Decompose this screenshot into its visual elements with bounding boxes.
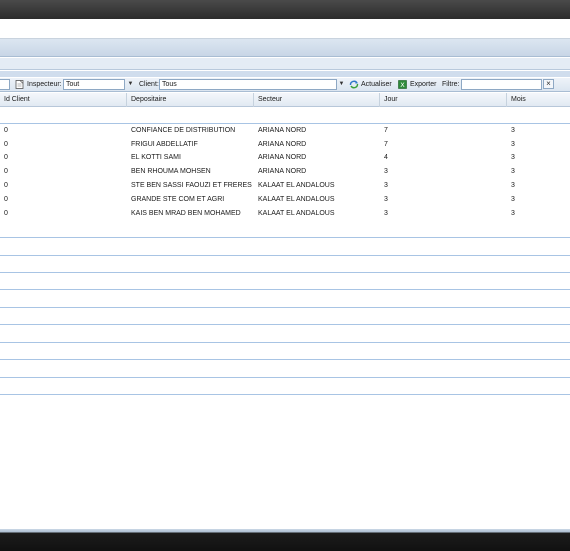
cell-depositaire: FRIGUI ABDELLATIF — [131, 141, 198, 148]
cell-depositaire: GRANDE STE COM ET AGRI — [131, 196, 225, 203]
empty-row-line — [0, 394, 570, 395]
excel-export-icon[interactable]: X — [398, 80, 407, 89]
window-bottom-bar — [0, 529, 570, 551]
grid-header: Id Client Depositaire Secteur Jour Mois — [0, 93, 570, 107]
column-header-id-client[interactable]: Id Client — [0, 93, 127, 107]
cell-mois: 3 — [511, 210, 515, 217]
cell-id-client: 0 — [4, 154, 8, 161]
column-header-secteur[interactable]: Secteur — [254, 93, 380, 107]
close-icon[interactable]: × — [543, 79, 554, 89]
cell-depositaire: STE BEN SASSI FAOUZI ET FRERES — [131, 182, 252, 189]
top-white-strip — [0, 19, 570, 39]
cell-jour: 7 — [384, 141, 388, 148]
cell-depositaire: CONFIANCE DE DISTRIBUTION — [131, 127, 236, 134]
empty-row-line — [0, 255, 570, 256]
cell-secteur: ARIANA NORD — [258, 154, 307, 161]
empty-row-line — [0, 272, 570, 273]
cell-mois: 3 — [511, 168, 515, 175]
cell-jour: 4 — [384, 154, 388, 161]
cell-secteur: KALAAT EL ANDALOUS — [258, 182, 335, 189]
empty-row-line — [0, 359, 570, 360]
cell-mois: 3 — [511, 154, 515, 161]
refresh-button[interactable]: Actualiser — [361, 80, 392, 90]
table-row[interactable]: 0 STE BEN SASSI FAOUZI ET FRERES KALAAT … — [0, 179, 570, 192]
client-label: Client: — [139, 81, 159, 88]
filter-label: Filtre: — [442, 81, 460, 88]
cell-id-client: 0 — [4, 182, 8, 189]
column-header-depositaire[interactable]: Depositaire — [127, 93, 254, 107]
table-row[interactable]: 0 BEN RHOUMA MOHSEN ARIANA NORD 3 3 — [0, 165, 570, 178]
cell-jour: 7 — [384, 127, 388, 134]
table-row[interactable]: 0 GRANDE STE COM ET AGRI KALAAT EL ANDAL… — [0, 193, 570, 206]
cell-id-client: 0 — [4, 196, 8, 203]
inspecteur-label: Inspecteur: — [27, 81, 62, 88]
empty-row-line — [0, 307, 570, 308]
cell-id-client: 0 — [4, 210, 8, 217]
cell-jour: 3 — [384, 196, 388, 203]
table-row[interactable]: 0 CONFIANCE DE DISTRIBUTION ARIANA NORD … — [0, 124, 570, 137]
table-row[interactable]: 0 FRIGUI ABDELLATIF ARIANA NORD 7 3 — [0, 138, 570, 151]
chevron-down-icon[interactable]: ▼ — [126, 79, 135, 90]
cell-jour: 3 — [384, 168, 388, 175]
filter-toolbar: Inspecteur: Tout ▼ Client: Tous ▼ Actual… — [0, 78, 570, 92]
cell-secteur: ARIANA NORD — [258, 168, 307, 175]
filter-input[interactable] — [461, 79, 542, 90]
table-row[interactable]: 0 KAIS BEN MRAD BEN MOHAMED KALAAT EL AN… — [0, 207, 570, 220]
cell-id-client: 0 — [4, 168, 8, 175]
cell-mois: 3 — [511, 141, 515, 148]
export-button[interactable]: Exporter — [410, 80, 436, 90]
cell-secteur: KALAAT EL ANDALOUS — [258, 210, 335, 217]
refresh-icon[interactable] — [349, 80, 359, 89]
empty-row-line — [0, 289, 570, 290]
cell-mois: 3 — [511, 127, 515, 134]
cell-depositaire: EL KOTTI SAMI — [131, 154, 181, 161]
column-header-jour[interactable]: Jour — [380, 93, 507, 107]
cell-secteur: ARIANA NORD — [258, 127, 307, 134]
empty-row-line — [0, 324, 570, 325]
panel-header-band — [0, 39, 570, 57]
svg-text:X: X — [400, 81, 405, 89]
cell-depositaire: KAIS BEN MRAD BEN MOHAMED — [131, 210, 241, 217]
cell-jour: 3 — [384, 210, 388, 217]
toolbar-leading-field[interactable] — [0, 79, 10, 90]
panel-spacer-band — [0, 71, 570, 77]
panel-subheader-band — [0, 58, 570, 70]
column-header-mois[interactable]: Mois — [507, 93, 570, 107]
cell-id-client: 0 — [4, 141, 8, 148]
client-select[interactable]: Tous — [159, 79, 337, 90]
empty-row-line — [0, 377, 570, 378]
empty-row-line — [0, 237, 570, 238]
cell-mois: 3 — [511, 182, 515, 189]
cell-id-client: 0 — [4, 127, 8, 134]
cell-mois: 3 — [511, 196, 515, 203]
main-panel: Inspecteur: Tout ▼ Client: Tous ▼ Actual… — [0, 39, 570, 529]
inspecteur-select[interactable]: Tout — [63, 79, 125, 90]
empty-row-line — [0, 342, 570, 343]
document-icon — [15, 80, 24, 89]
cell-jour: 3 — [384, 182, 388, 189]
table-row[interactable]: 0 EL KOTTI SAMI ARIANA NORD 4 3 — [0, 151, 570, 164]
cell-secteur: KALAAT EL ANDALOUS — [258, 196, 335, 203]
window-top-bar — [0, 0, 570, 19]
cell-secteur: ARIANA NORD — [258, 141, 307, 148]
chevron-down-icon[interactable]: ▼ — [337, 79, 346, 90]
cell-depositaire: BEN RHOUMA MOHSEN — [131, 168, 211, 175]
